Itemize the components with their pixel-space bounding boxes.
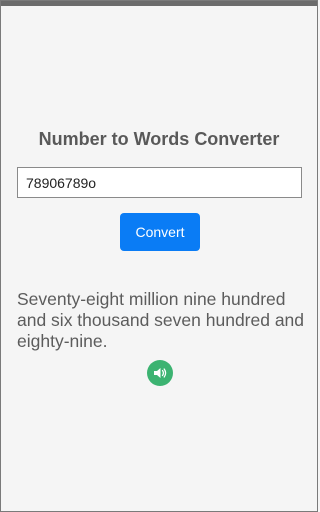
convert-button[interactable]: Convert	[120, 213, 200, 251]
speaker-icon	[152, 365, 168, 381]
number-input[interactable]	[17, 167, 302, 198]
result-text: Seventy-eight million nine hundred and s…	[17, 289, 305, 351]
page-title: Number to Words Converter	[38, 129, 280, 149]
app-screen: Number to Words Converter Convert Sevent…	[0, 0, 318, 512]
speak-button[interactable]	[147, 360, 173, 386]
status-bar	[1, 1, 317, 6]
